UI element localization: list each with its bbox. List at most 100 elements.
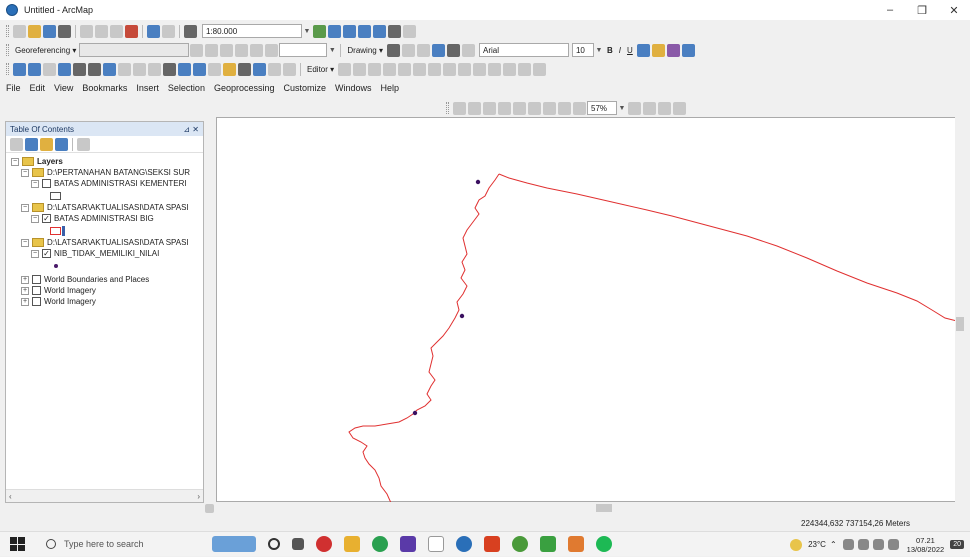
- find-route-icon[interactable]: [253, 62, 266, 76]
- bold-button[interactable]: B: [607, 46, 613, 55]
- layer-visibility-checkbox[interactable]: [32, 275, 41, 284]
- italic-button[interactable]: I: [619, 46, 621, 55]
- georeferencing-layer-select[interactable]: [79, 43, 190, 57]
- volume-icon[interactable]: [887, 539, 899, 550]
- font-select[interactable]: Arial: [478, 43, 569, 57]
- model-builder-icon[interactable]: [403, 24, 416, 38]
- back-extent-icon[interactable]: [558, 101, 571, 115]
- layer-nib[interactable]: − ✓ NIB_TIDAK_MEMILIKI_NILAI: [31, 248, 159, 259]
- file-explorer-icon[interactable]: [344, 536, 360, 552]
- layout-zoom-out-icon[interactable]: [468, 101, 481, 115]
- layer-visibility-checkbox[interactable]: ✓: [42, 214, 51, 223]
- app-orange-icon[interactable]: [568, 536, 584, 552]
- split-icon[interactable]: [473, 62, 487, 76]
- minimize-button[interactable]: –: [874, 0, 906, 20]
- menu-geoprocessing[interactable]: Geoprocessing: [214, 83, 275, 93]
- layer-world-imagery-2[interactable]: + World Imagery: [21, 296, 96, 307]
- go-forward-icon[interactable]: [118, 62, 131, 76]
- list-by-source-icon[interactable]: [25, 137, 38, 151]
- list-by-drawing-order-icon[interactable]: [10, 137, 23, 151]
- select-features-icon[interactable]: [133, 62, 146, 76]
- georeferencing-menu[interactable]: Georeferencing ▾: [15, 46, 76, 55]
- collapse-icon[interactable]: −: [21, 203, 29, 212]
- forward-extent-icon[interactable]: [573, 101, 586, 115]
- collapse-icon[interactable]: −: [31, 249, 39, 258]
- fixed-zoom-in-icon[interactable]: [73, 62, 86, 76]
- map-display[interactable]: [216, 117, 958, 504]
- chevron-down-icon[interactable]: ▼: [302, 28, 312, 35]
- copy-icon[interactable]: [95, 24, 108, 38]
- layout-zoom-select[interactable]: 57%: [587, 101, 617, 115]
- menu-edit[interactable]: Edit: [30, 83, 46, 93]
- hyperlink-icon[interactable]: [193, 62, 206, 76]
- task-view-icon[interactable]: [292, 538, 304, 550]
- zoom-100-icon[interactable]: [513, 101, 526, 115]
- layer-group-1[interactable]: − D:\PERTANAHAN BATANG\SEKSI SUR: [21, 167, 190, 178]
- create-features-icon[interactable]: [533, 62, 547, 76]
- collapse-icon[interactable]: −: [21, 168, 29, 177]
- layer-group-2[interactable]: − D:\LATSAR\AKTUALISASI\DATA SPASI: [21, 202, 189, 213]
- layer-batas-big[interactable]: − ✓ BATAS ADMINISTRASI BIG: [31, 213, 154, 224]
- weather-icon[interactable]: [790, 538, 803, 551]
- python-icon[interactable]: [388, 24, 401, 38]
- line-icon[interactable]: [431, 43, 445, 57]
- cut-polygons-icon[interactable]: [458, 62, 472, 76]
- line-color-icon[interactable]: [666, 43, 680, 57]
- font-size-select[interactable]: 10: [571, 43, 594, 57]
- georef-text-field[interactable]: [279, 43, 328, 57]
- menu-bookmarks[interactable]: Bookmarks: [82, 83, 127, 93]
- add-data-icon[interactable]: [184, 24, 197, 38]
- menu-windows[interactable]: Windows: [335, 83, 372, 93]
- edit-tool-icon[interactable]: [338, 62, 352, 76]
- nib-point-3[interactable]: [412, 410, 418, 416]
- full-extent-icon[interactable]: [58, 62, 71, 76]
- edit-vertices-icon[interactable]: [428, 62, 442, 76]
- go-to-xy-icon[interactable]: [268, 62, 281, 76]
- arcmap-taskbar-icon[interactable]: [456, 536, 472, 552]
- drawing-menu[interactable]: Drawing ▾: [347, 46, 383, 55]
- nib-point-2[interactable]: [459, 313, 465, 319]
- layer-batas-kementerian[interactable]: − BATAS ADMINISTRASI KEMENTERI: [31, 178, 187, 189]
- zoom-whole-page-icon[interactable]: [498, 101, 511, 115]
- list-by-selection-icon[interactable]: [55, 137, 68, 151]
- clear-selection-icon[interactable]: [148, 62, 161, 76]
- editor-menu[interactable]: Editor ▾: [307, 65, 334, 74]
- map-horizontal-scrollbar[interactable]: [216, 502, 956, 514]
- maximize-button[interactable]: ❐: [906, 0, 938, 20]
- cortana-icon[interactable]: [268, 538, 280, 550]
- scale-icon[interactable]: [220, 43, 234, 57]
- layer-world-imagery-1[interactable]: + World Imagery: [21, 285, 96, 296]
- text-icon[interactable]: [446, 43, 460, 57]
- menu-file[interactable]: File: [6, 83, 21, 93]
- list-by-visibility-icon[interactable]: [40, 137, 53, 151]
- redo-icon[interactable]: [162, 24, 175, 38]
- layer-world-boundaries[interactable]: + World Boundaries and Places: [21, 274, 149, 285]
- layer-visibility-checkbox[interactable]: ✓: [42, 249, 51, 258]
- toc-horizontal-scrollbar[interactable]: ‹ ›: [6, 489, 203, 502]
- paste-icon[interactable]: [110, 24, 123, 38]
- layer-group-3[interactable]: − D:\LATSAR\AKTUALISASI\DATA SPASI: [21, 237, 189, 248]
- zoom-in-icon[interactable]: [13, 62, 26, 76]
- change-layout-icon[interactable]: [658, 101, 671, 115]
- blank-app-icon[interactable]: [428, 536, 444, 552]
- layout-zoom-in-icon[interactable]: [453, 101, 466, 115]
- shift-icon[interactable]: [205, 43, 219, 57]
- collapse-icon[interactable]: −: [31, 214, 39, 223]
- chrome-2-icon[interactable]: [540, 536, 556, 552]
- print-icon[interactable]: [58, 24, 71, 38]
- focus-data-frame-icon[interactable]: [643, 101, 656, 115]
- map-vertical-scrollbar[interactable]: [955, 117, 965, 502]
- zoom-out-icon[interactable]: [28, 62, 41, 76]
- news-widget-icon[interactable]: [212, 536, 256, 552]
- sketch-properties-icon[interactable]: [518, 62, 532, 76]
- taskbar-search[interactable]: Type here to search: [46, 532, 206, 557]
- search-window-icon[interactable]: [358, 24, 371, 38]
- undo-icon[interactable]: [147, 24, 160, 38]
- menu-selection[interactable]: Selection: [168, 83, 205, 93]
- point-symbol-icon[interactable]: [54, 263, 58, 268]
- point-icon[interactable]: [413, 62, 427, 76]
- layout-pan-icon[interactable]: [483, 101, 496, 115]
- attributes-icon[interactable]: [503, 62, 517, 76]
- fixed-zoom-out-icon[interactable]: [88, 62, 101, 76]
- options-icon[interactable]: [77, 137, 90, 151]
